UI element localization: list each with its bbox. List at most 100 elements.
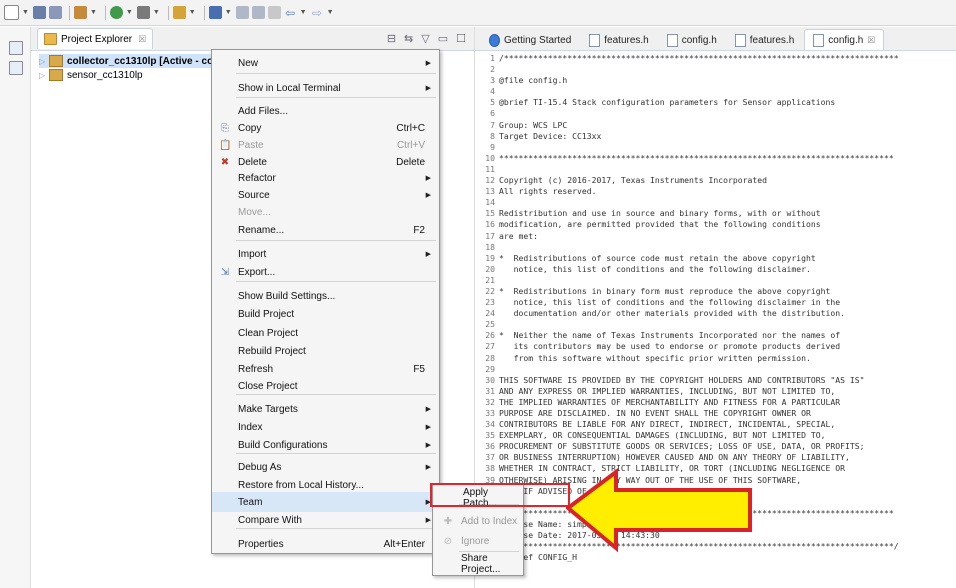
code-line[interactable]: 18 [475,242,956,253]
code-line[interactable]: 2 [475,64,956,75]
code-line[interactable]: 8 Target Device: CC13xx [475,131,956,142]
tab-config-h-active[interactable]: config.h ☒ [804,29,885,50]
menu-item-rebuild-project[interactable]: Rebuild Project [212,341,439,361]
code-line[interactable]: 5 @brief TI-15.4 Stack configuration para… [475,97,956,108]
menu-item-make-targets[interactable]: Make Targets ▶ [212,399,439,419]
code-line[interactable]: 13 All rights reserved. [475,186,956,197]
code-line[interactable]: 9 [475,142,956,153]
terminal-icon[interactable] [208,6,222,19]
code-line[interactable]: 27 its contributors may be used to endor… [475,341,956,352]
menu-item-compare-with[interactable]: Compare With ▶ [212,510,439,530]
menu-item-export[interactable]: ⇲ Export... [212,262,439,282]
chevron-down-icon[interactable]: ▼ [22,9,29,16]
code-line[interactable]: 17 are met: [475,231,956,242]
chevron-down-icon[interactable]: ▼ [327,9,334,16]
code-line[interactable]: 35 EXEMPLARY, OR CONSEQUENTIAL DAMAGES (I… [475,430,956,441]
code-line[interactable]: 23 notice, this list of conditions and t… [475,297,956,308]
menu-item-show-build-settings[interactable]: Show Build Settings... [212,286,439,306]
menu-item-index[interactable]: Index ▶ [212,417,439,437]
code-line[interactable]: 30 THIS SOFTWARE IS PROVIDED BY THE COPYR… [475,375,956,386]
code-line[interactable]: 36 PROCUREMENT OF SUBSTITUTE GOODS OR SER… [475,441,956,452]
menu-item-new[interactable]: New ▶ [212,53,439,73]
code-line[interactable]: 1 /**************************************… [475,53,956,64]
tree-item-sensor-project[interactable]: ▷ sensor_cc1310lp [39,68,143,82]
next-annotation-icon[interactable] [267,6,281,19]
menu-item-rename[interactable]: Rename... F2 [212,220,439,240]
close-icon[interactable]: ☒ [138,34,146,45]
back-icon[interactable]: ⇦ [284,6,297,20]
menu-item-move[interactable]: Move... [212,202,439,222]
expand-arrow-icon[interactable]: ▷ [39,57,49,66]
line-number: 29 [485,363,495,374]
submenu-item-add-to-index[interactable]: ✚ Add to Index [433,511,523,531]
menu-item-clean-project[interactable]: Clean Project [212,323,439,343]
code-line[interactable]: 22 * Redistributions in binary form must … [475,286,956,297]
code-line[interactable]: 26 * Neither the name of Texas Instrument… [475,330,956,341]
chevron-down-icon[interactable]: ▼ [90,9,97,16]
code-line[interactable]: 15 Redistribution and use in source and b… [475,208,956,219]
menu-item-team[interactable]: Team ▶ [212,492,439,512]
code-line[interactable]: 14 [475,197,956,208]
menu-item-debug-as[interactable]: Debug As ▶ [212,457,439,477]
code-line[interactable]: 3 @file config.h [475,75,956,86]
code-line[interactable]: 21 [475,275,956,286]
settings-icon[interactable] [136,6,150,19]
new-file-icon[interactable] [4,5,19,20]
code-line[interactable]: 7 Group: WCS LPC [475,120,956,131]
project-explorer-tab[interactable]: Project Explorer ☒ [37,28,154,49]
code-line[interactable]: 19 * Redistributions of source code must … [475,253,956,264]
save-icon[interactable] [32,6,46,19]
code-line[interactable]: 29 [475,364,956,375]
tab-features-h[interactable]: features.h [581,30,656,50]
code-line[interactable]: 10 **************************************… [475,153,956,164]
code-line[interactable]: 6 [475,108,956,119]
close-icon[interactable]: ☒ [867,35,875,46]
code-line[interactable]: 28 from this software without specific p… [475,353,956,364]
chevron-down-icon[interactable]: ▼ [300,9,307,16]
save-all-icon[interactable] [48,6,62,19]
chevron-down-icon[interactable]: ▼ [189,9,196,16]
menu-item-properties[interactable]: Properties Alt+Enter [212,534,439,554]
maximize-icon[interactable]: ☐ [456,32,466,45]
menu-item-import[interactable]: Import ▶ [212,244,439,264]
menu-item-build-configurations[interactable]: Build Configurations ▶ [212,435,439,455]
code-line[interactable]: 25 [475,319,956,330]
collapse-all-icon[interactable]: ⊟ [387,32,396,45]
code-line[interactable]: 16 modification, are permitted provided t… [475,219,956,230]
build-icon[interactable] [73,6,87,19]
expand-arrow-icon[interactable]: ▷ [39,71,49,80]
forward-icon[interactable]: ⇨ [311,6,324,20]
tree-item-collector-project[interactable]: ▷ collector_cc1310lp [Active - col [39,54,216,68]
tab-config-h[interactable]: config.h [659,30,725,50]
submenu-item-ignore[interactable]: ⊘ Ignore [433,531,523,551]
code-line[interactable]: 20 notice, this list of conditions and t… [475,264,956,275]
chevron-down-icon[interactable]: ▼ [126,9,133,16]
menu-item-build-project[interactable]: Build Project [212,304,439,324]
code-line[interactable]: 33 PURPOSE ARE DISCLAIMED. IN NO EVENT SH… [475,408,956,419]
code-line[interactable]: 34 CONTRIBUTORS BE LIABLE FOR ANY DIRECT,… [475,419,956,430]
code-line[interactable]: 37 OR BUSINESS INTERRUPTION) HOWEVER CAUS… [475,452,956,463]
minimize-icon[interactable]: ▭ [438,32,448,45]
code-line[interactable]: 24 documentation and/or other materials … [475,308,956,319]
view-menu-icon[interactable]: ▽ [421,32,429,45]
restore-view-icon[interactable] [9,41,23,55]
chevron-down-icon[interactable]: ▼ [153,9,160,16]
menu-item-close-project[interactable]: Close Project [212,376,439,396]
chevron-down-icon[interactable]: ▼ [225,9,232,16]
edit-icon[interactable] [172,6,186,19]
outline-view-icon[interactable] [9,61,23,75]
outline-icon[interactable] [251,6,265,19]
tab-features-h-2[interactable]: features.h [727,30,802,50]
view-icon[interactable] [235,6,249,19]
code-line[interactable]: 4 [475,86,956,97]
code-line[interactable]: 32 THE IMPLIED WARRANTIES OF MERCHANTABIL… [475,397,956,408]
submenu-item-share-project[interactable]: Share Project... [433,553,523,575]
link-editor-icon[interactable]: ⇆ [404,32,413,45]
code-line[interactable]: 11 [475,164,956,175]
debug-icon[interactable] [109,6,123,19]
menu-item-show-in-local-terminal[interactable]: Show in Local Terminal ▶ [212,78,439,98]
tab-getting-started[interactable]: Getting Started [481,30,579,50]
menu-separator [236,240,436,241]
code-line[interactable]: 12 Copyright (c) 2016-2017, Texas Instrum… [475,175,956,186]
code-line[interactable]: 31 AND ANY EXPRESS OR IMPLIED WARRANTIES,… [475,386,956,397]
